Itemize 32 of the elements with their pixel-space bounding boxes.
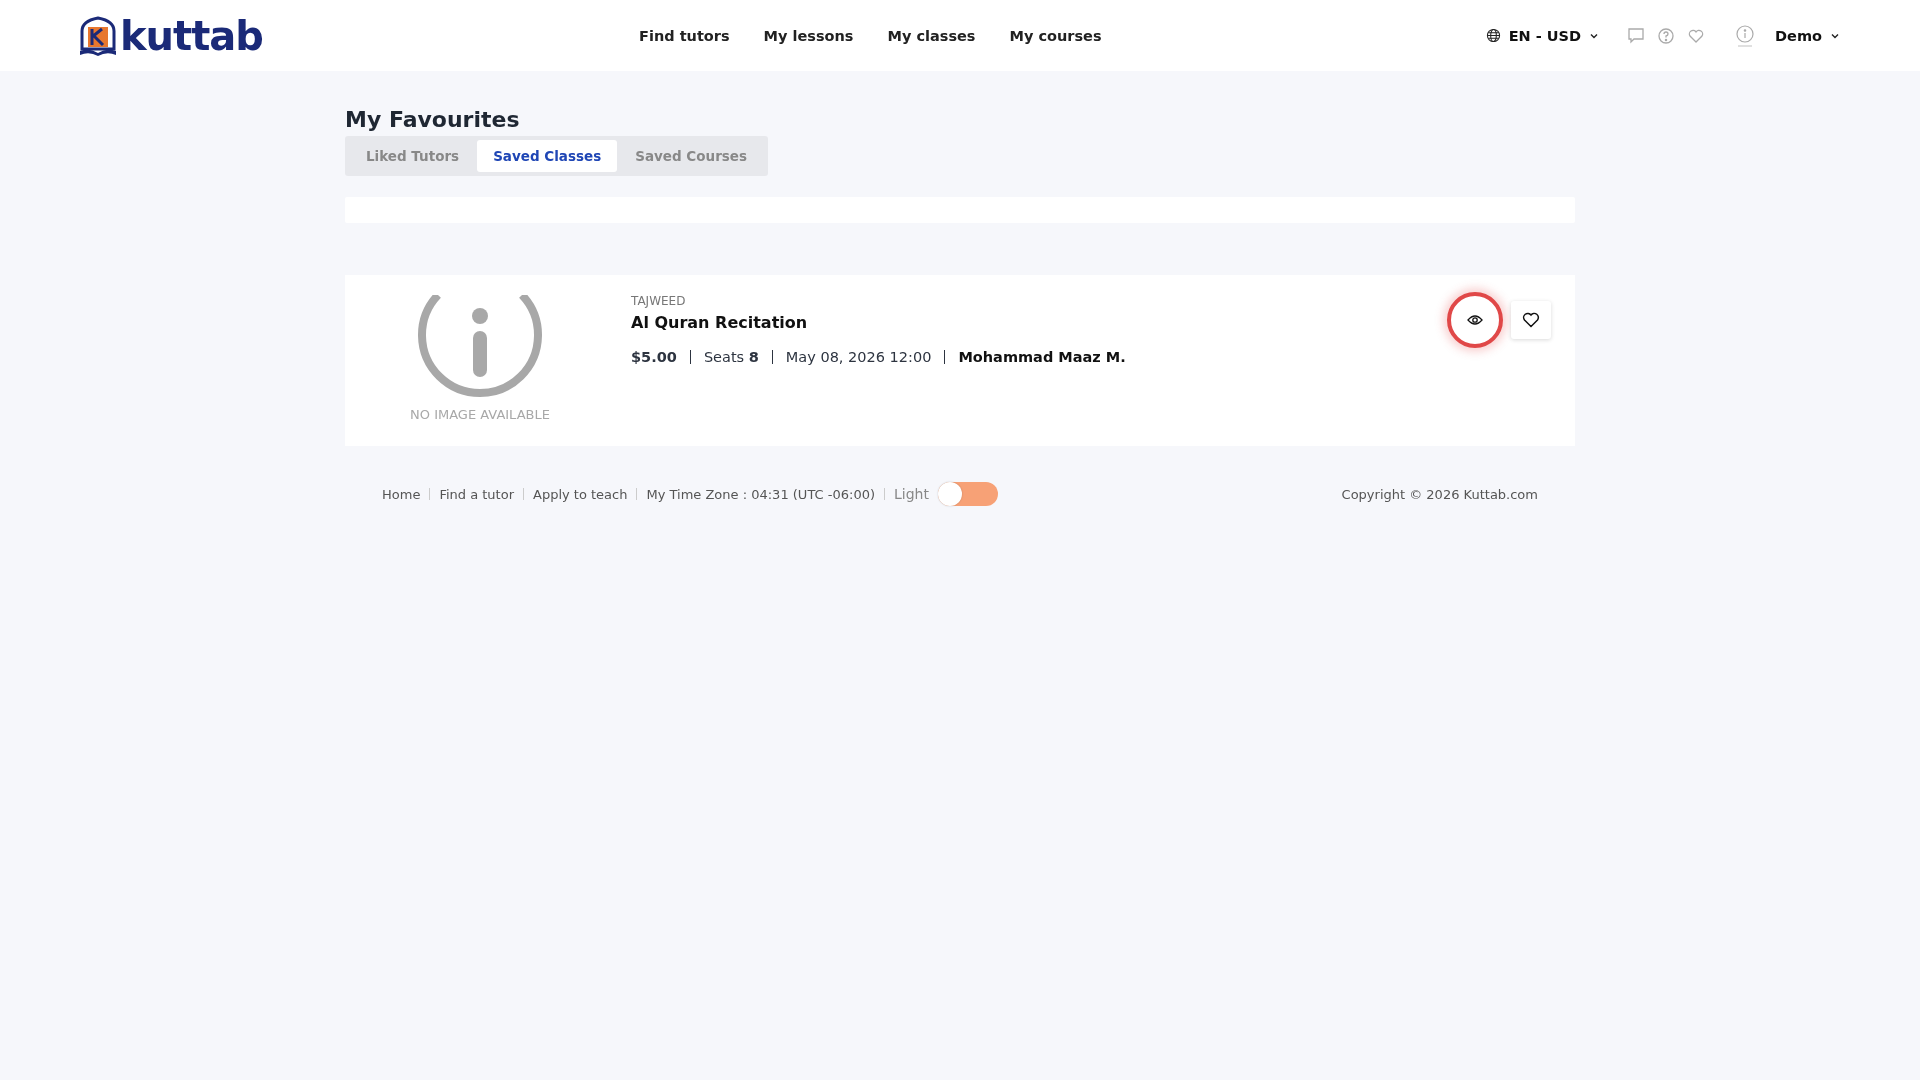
globe-icon [1485, 28, 1501, 43]
chat-icon[interactable] [1627, 26, 1646, 45]
tutor-name[interactable]: Mohammad Maaz M. [958, 349, 1126, 365]
info-icon[interactable] [1735, 24, 1756, 47]
timezone-text: My Time Zone : 04:31 (UTC -06:00) [646, 486, 875, 502]
theme-toggle[interactable] [937, 482, 998, 506]
eye-icon [1467, 314, 1483, 326]
class-seats: Seats 8 [703, 349, 759, 365]
footer-link[interactable]: Find a tutor [439, 486, 514, 502]
nav-link[interactable]: My classes [887, 27, 976, 44]
footer-link[interactable]: Home [382, 486, 421, 502]
footer-link[interactable]: Apply to teach [533, 486, 628, 502]
class-date: May 08, 2026 12:00 [785, 349, 932, 365]
heart-icon [1522, 312, 1540, 328]
logo-text[interactable]: kuttab [120, 12, 263, 59]
placeholder-caption: NO IMAGE AVAILABLE [410, 407, 550, 422]
view-button[interactable] [1447, 292, 1503, 348]
favourite-button[interactable] [1511, 301, 1551, 339]
page-title: My Favourites [345, 107, 521, 132]
theme-label: Light [894, 486, 929, 502]
user-menu[interactable]: Demo [1775, 27, 1840, 44]
class-price: $5.00 [631, 349, 677, 365]
copyright-text: Copyright © 2026 Kuttab.com [1341, 486, 1538, 502]
logo-icon [78, 14, 118, 57]
help-icon[interactable] [1657, 26, 1676, 45]
nav-link[interactable]: My lessons [763, 27, 854, 44]
class-title[interactable]: Al Quran Recitation [631, 313, 1126, 332]
tab[interactable]: Saved Classes [477, 140, 618, 172]
nav-link[interactable]: Find tutors [639, 27, 730, 44]
locale-dropdown[interactable]: EN - USD [1485, 27, 1600, 44]
class-category: TAJWEED [631, 294, 687, 308]
nav-link[interactable]: My courses [1009, 27, 1102, 44]
